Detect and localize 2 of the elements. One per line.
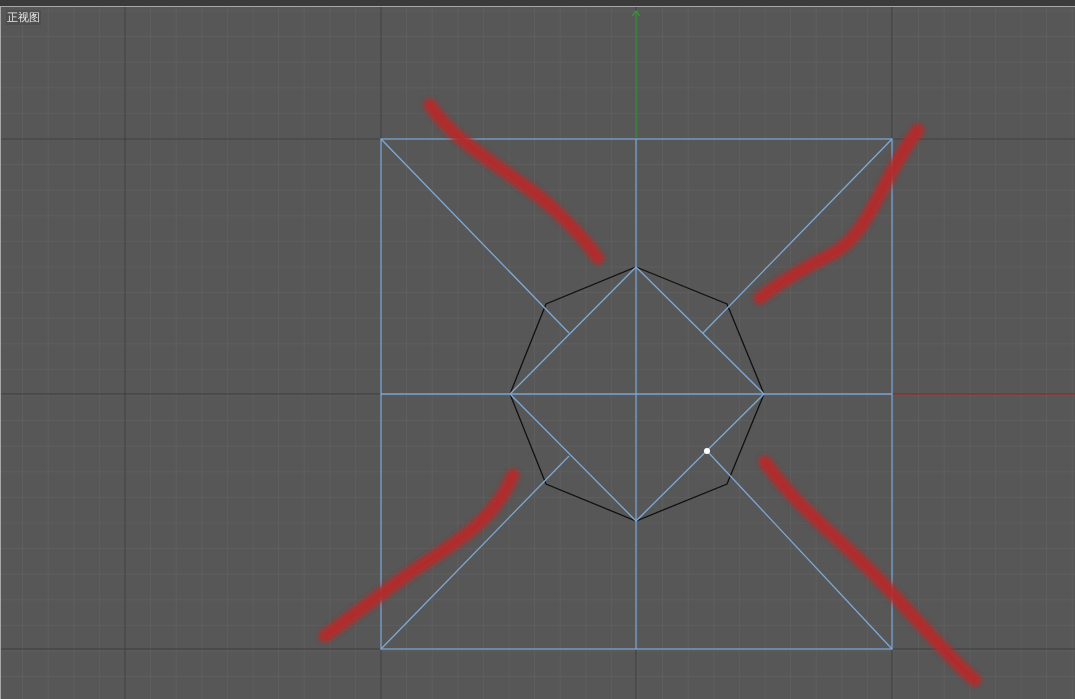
view-label: 正视图: [6, 10, 41, 25]
vertex-dot: [704, 448, 710, 454]
